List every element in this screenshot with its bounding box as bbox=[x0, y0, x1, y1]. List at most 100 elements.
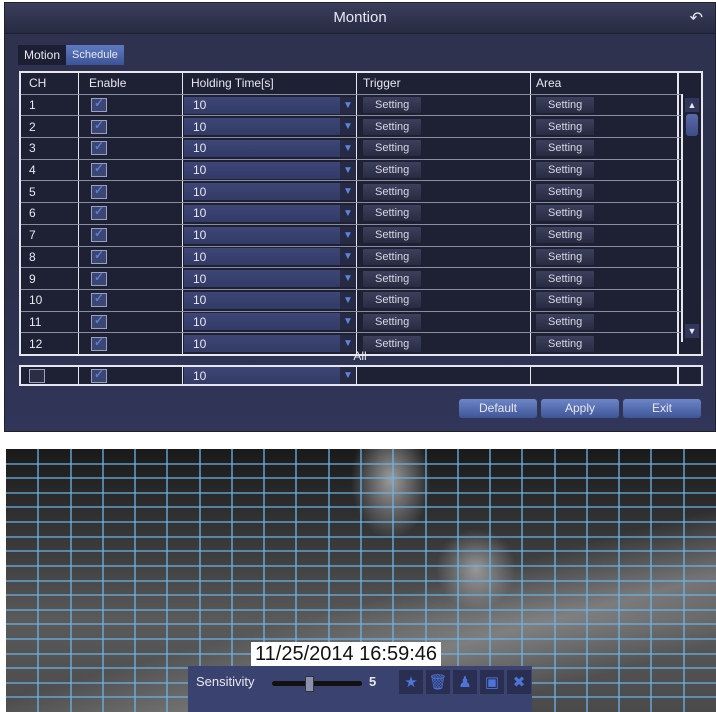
trigger-setting-button[interactable]: Setting bbox=[363, 97, 422, 114]
table-row: 7 10▼ Setting Setting bbox=[21, 224, 701, 247]
area-setting-button[interactable]: Setting bbox=[536, 227, 595, 244]
table-row: 6 10▼ Setting Setting bbox=[21, 203, 701, 225]
channel-number: 9 bbox=[21, 268, 79, 289]
trigger-setting-button[interactable]: Setting bbox=[363, 227, 422, 244]
person-icon[interactable]: ♟ bbox=[453, 670, 477, 694]
trigger-setting-button[interactable]: Setting bbox=[363, 313, 422, 330]
holding-time-select[interactable]: 10 ▼ bbox=[184, 204, 356, 222]
channel-number: 5 bbox=[21, 181, 79, 203]
title-bar: Montion ↶ bbox=[5, 3, 715, 34]
chevron-down-icon[interactable]: ▼ bbox=[340, 183, 356, 201]
chevron-down-icon[interactable]: ▼ bbox=[340, 313, 356, 331]
area-setting-button[interactable]: Setting bbox=[536, 140, 595, 157]
motion-settings-panel: Montion ↶ Motion Schedule CH Enable Hold… bbox=[4, 2, 716, 432]
all-label: All bbox=[353, 349, 367, 363]
area-setting-button[interactable]: Setting bbox=[536, 205, 595, 222]
trigger-setting-button[interactable]: Setting bbox=[363, 248, 422, 265]
enable-checkbox[interactable] bbox=[91, 161, 107, 178]
scroll-thumb[interactable] bbox=[686, 114, 698, 136]
area-setting-button[interactable]: Setting bbox=[536, 270, 595, 287]
area-setting-button[interactable]: Setting bbox=[536, 313, 595, 330]
area-setting-button[interactable]: Setting bbox=[536, 97, 595, 114]
tab-motion[interactable]: Motion bbox=[18, 45, 67, 65]
holding-time-select[interactable]: 10 ▼ bbox=[184, 313, 356, 331]
enable-checkbox[interactable] bbox=[91, 118, 107, 134]
chevron-down-icon[interactable]: ▼ bbox=[340, 226, 356, 244]
holding-time-select[interactable]: 10 ▼ bbox=[184, 226, 356, 244]
table-row: 10 10▼ Setting Setting bbox=[21, 289, 701, 312]
select-all-icon[interactable]: ★ bbox=[399, 670, 423, 694]
holding-time-select[interactable]: 10 ▼ bbox=[184, 291, 356, 309]
channel-number: 4 bbox=[21, 159, 79, 181]
chevron-down-icon[interactable]: ▼ bbox=[340, 161, 356, 179]
default-button[interactable]: Default bbox=[459, 399, 537, 418]
trigger-setting-button[interactable]: Setting bbox=[363, 270, 422, 287]
chevron-down-icon[interactable]: ▼ bbox=[340, 96, 356, 114]
enable-checkbox[interactable] bbox=[91, 183, 107, 199]
table-row: 11 10▼ Setting Setting bbox=[21, 311, 701, 334]
return-arrow-icon[interactable]: ↶ bbox=[690, 8, 703, 28]
trigger-setting-button[interactable]: Setting bbox=[363, 292, 422, 309]
tab-bar: Motion Schedule bbox=[18, 45, 124, 65]
holding-time-select[interactable]: 10 ▼ bbox=[184, 118, 356, 136]
trigger-setting-button[interactable]: Setting bbox=[363, 205, 422, 222]
enable-checkbox[interactable] bbox=[91, 313, 107, 329]
all-enable-checkbox[interactable] bbox=[91, 367, 107, 383]
header-ch: CH bbox=[21, 73, 79, 94]
table-scrollbar[interactable]: ▲ ▼ bbox=[681, 94, 701, 342]
chevron-down-icon[interactable]: ▼ bbox=[340, 204, 356, 222]
chevron-down-icon[interactable]: ▼ bbox=[340, 139, 356, 157]
scroll-up-icon[interactable]: ▲ bbox=[685, 98, 699, 112]
holding-time-select[interactable]: 10 ▼ bbox=[184, 270, 356, 288]
timestamp-overlay: 11/25/2014 16:59:46 bbox=[251, 642, 442, 666]
chevron-down-icon[interactable]: ▼ bbox=[340, 367, 356, 384]
table-row: 2 10▼ Setting Setting bbox=[21, 116, 701, 139]
scroll-down-icon[interactable]: ▼ bbox=[685, 324, 699, 338]
holding-time-select[interactable]: 10 ▼ bbox=[184, 183, 356, 201]
table-row: 5 10▼ Setting Setting bbox=[21, 181, 701, 204]
holding-time-select[interactable]: 10 ▼ bbox=[184, 96, 356, 114]
slider-knob[interactable] bbox=[305, 676, 314, 692]
all-holding-time-select[interactable]: 10 ▼ bbox=[184, 367, 356, 384]
enable-checkbox[interactable] bbox=[91, 270, 107, 286]
area-setting-button[interactable]: Setting bbox=[536, 183, 595, 200]
trigger-setting-button[interactable]: Setting bbox=[363, 140, 422, 157]
camera-motion-area[interactable]: 11/25/2014 16:59:46 Sensitivity 5 ★ 🗑 ♟ … bbox=[6, 449, 716, 712]
window-title: Montion bbox=[333, 9, 387, 26]
chevron-down-icon[interactable]: ▼ bbox=[340, 291, 356, 309]
area-setting-button[interactable]: Setting bbox=[536, 118, 595, 135]
enable-checkbox[interactable] bbox=[91, 226, 107, 243]
holding-time-select[interactable]: 10 ▼ bbox=[184, 248, 356, 266]
apply-button[interactable]: Apply bbox=[541, 399, 619, 418]
chevron-down-icon[interactable]: ▼ bbox=[340, 118, 356, 136]
clear-icon[interactable]: 🗑 bbox=[426, 670, 450, 694]
enable-checkbox[interactable] bbox=[91, 96, 107, 113]
area-setting-button[interactable]: Setting bbox=[536, 248, 595, 265]
trigger-setting-button[interactable]: Setting bbox=[363, 118, 422, 135]
trigger-setting-button[interactable]: Setting bbox=[363, 162, 422, 179]
holding-time-select[interactable]: 10 ▼ bbox=[184, 161, 356, 179]
trigger-setting-button[interactable]: Setting bbox=[363, 183, 422, 200]
table-row: 4 10▼ Setting Setting bbox=[21, 159, 701, 182]
table-row: 1 10▼ Setting Setting bbox=[21, 94, 701, 117]
exit-button[interactable]: Exit bbox=[623, 399, 701, 418]
enable-checkbox[interactable] bbox=[91, 248, 107, 264]
area-setting-button[interactable]: Setting bbox=[536, 162, 595, 179]
enable-checkbox[interactable] bbox=[91, 291, 107, 308]
chevron-down-icon[interactable]: ▼ bbox=[340, 270, 356, 288]
save-icon[interactable]: ▣ bbox=[480, 670, 504, 694]
channel-number: 3 bbox=[21, 138, 79, 159]
area-setting-button[interactable]: Setting bbox=[536, 292, 595, 309]
header-area: Area bbox=[531, 73, 679, 94]
holding-time-select[interactable]: 10 ▼ bbox=[184, 139, 356, 157]
sensitivity-label: Sensitivity bbox=[196, 674, 255, 689]
close-icon[interactable]: ✖ bbox=[507, 670, 531, 694]
enable-checkbox[interactable] bbox=[91, 204, 107, 221]
tab-schedule[interactable]: Schedule bbox=[66, 45, 124, 65]
chevron-down-icon[interactable]: ▼ bbox=[340, 248, 356, 266]
select-all-checkbox[interactable] bbox=[29, 368, 45, 383]
enable-checkbox[interactable] bbox=[91, 139, 107, 156]
sensitivity-slider[interactable] bbox=[272, 676, 362, 692]
channel-number: 2 bbox=[21, 116, 79, 138]
header-enable: Enable bbox=[79, 73, 183, 94]
